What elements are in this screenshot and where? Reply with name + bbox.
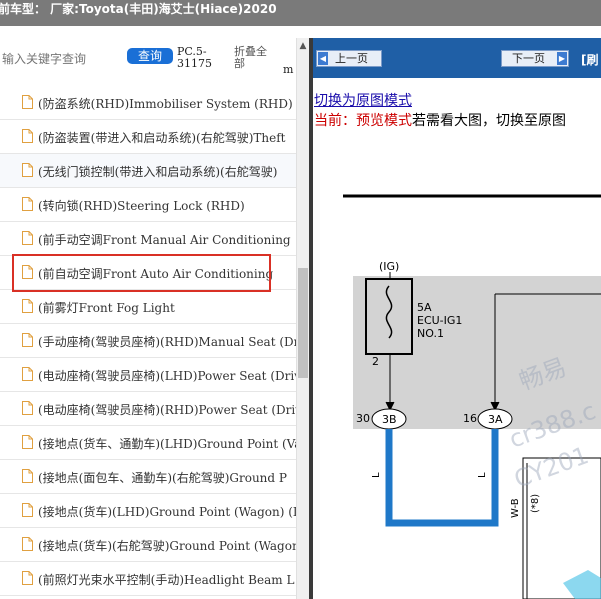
search-input[interactable] — [0, 48, 124, 70]
right-arrow-icon: ▶ — [557, 52, 567, 65]
tree-item-label: (电动座椅(驾驶员座椅)(RHD)Power Seat (Driv — [38, 403, 296, 417]
ig-label: (IG) — [379, 260, 399, 273]
wire-label-l2: L — [477, 472, 488, 478]
corner-logo-mark — [563, 570, 601, 599]
wire-label-l1: L — [371, 472, 382, 478]
tree-item[interactable]: (防盗系统(RHD)Immobiliser System (RHD) — [0, 86, 296, 120]
prev-page-button[interactable]: ◀ 上一页 — [316, 50, 382, 67]
search-row: 查询 PC.5-31175 折叠全部 m — [0, 38, 312, 76]
collapse-all-button[interactable]: 折叠全部 — [234, 46, 274, 70]
tree-item[interactable]: (前雾灯Front Fog Light — [0, 290, 296, 324]
tree-item-label: (前手动空调Front Manual Air Conditioning — [38, 233, 291, 247]
document-icon — [22, 571, 33, 585]
tree-item[interactable]: (接地点(货车)(LHD)Ground Point (Wagon) (LH — [0, 494, 296, 528]
selection-highlight — [12, 254, 271, 292]
wiring-diagram: (IG) 5A ECU-IG1 NO.1 2 30 3B 16 3A L L W… — [343, 194, 601, 599]
truncated-char: m — [283, 63, 294, 76]
document-icon — [22, 367, 33, 381]
search-button[interactable]: 查询 — [127, 48, 173, 64]
title-text: 前车型： 厂家:Toyota(丰田)海艾士(Hiace)2020 — [0, 2, 277, 16]
tree-item[interactable]: (手动座椅(驾驶员座椅)(RHD)Manual Seat (Dri — [0, 324, 296, 358]
tree-item-label: (前雾灯Front Fog Light — [38, 301, 175, 315]
left-arrow-icon: ◀ — [318, 52, 328, 65]
tree-item[interactable]: (接地点(货车、通勤车)(LHD)Ground Point (Va — [0, 426, 296, 460]
prev-page-label: 上一页 — [335, 52, 368, 65]
tree-item[interactable]: (转向锁(RHD)Steering Lock (RHD) — [0, 188, 296, 222]
tree-item[interactable]: (电动座椅(驾驶员座椅)(RHD)Power Seat (Driv — [0, 392, 296, 426]
wire-label-wb: W-B — [510, 498, 521, 518]
mode-status: 当前：预览模式若需看大图，切换至原图 — [314, 110, 566, 130]
document-icon — [22, 129, 33, 143]
document-viewer: ◀ 上一页 下一页 ▶ [刷 切换为原图模式 当前：预览模式若需看大图，切换至原… — [313, 38, 601, 599]
mode-prefix: 当前：预览模式 — [314, 113, 412, 129]
document-icon — [22, 435, 33, 449]
tree-item[interactable]: (无线门锁控制(带进入和启动系统)(右舵驾驶) — [0, 154, 296, 188]
document-icon — [22, 537, 33, 551]
pin-16: 16 — [463, 412, 477, 425]
tree-item[interactable]: (前照灯光束水平控制(手动)Headlight Beam L — [0, 562, 296, 596]
pc-code: PC.5-31175 — [177, 45, 212, 70]
viewer-toolbar: ◀ 上一页 下一页 ▶ [刷 — [313, 38, 601, 78]
scroll-thumb[interactable] — [298, 268, 308, 378]
tree-list: (防盗系统(RHD)Immobiliser System (RHD) (防盗装置(… — [0, 86, 296, 599]
tree-item-label: (无线门锁控制(带进入和启动系统)(右舵驾驶) — [38, 165, 278, 179]
tree-item-label: (接地点(货车)(右舵驾驶)Ground Point (Wagon — [38, 539, 296, 553]
sidebar-scrollbar[interactable]: ▲ — [296, 38, 309, 599]
tree-item[interactable]: (电动座椅(驾驶员座椅)(LHD)Power Seat (Driv — [0, 358, 296, 392]
tree-item-label: (手动座椅(驾驶员座椅)(RHD)Manual Seat (Dri — [38, 335, 296, 349]
connector-3b-label: 3B — [382, 413, 397, 426]
tree-item-label: (转向锁(RHD)Steering Lock (RHD) — [38, 199, 245, 213]
title-bar: 前车型： 厂家:Toyota(丰田)海艾士(Hiace)2020 — [0, 0, 601, 26]
fuse-amp: 5A — [417, 301, 432, 314]
document-icon — [22, 197, 33, 211]
tree-item-label: (接地点(面包车、通勤车)(右舵驾驶)Ground P — [38, 471, 287, 485]
tree-item[interactable]: (防盗装置(带进入和启动系统)(右舵驾驶)Theft — [0, 120, 296, 154]
document-icon — [22, 503, 33, 517]
tree-item[interactable]: (接地点(货车)(右舵驾驶)Ground Point (Wagon — [0, 528, 296, 562]
document-icon — [22, 231, 33, 245]
tree-item-label: (电动座椅(驾驶员座椅)(LHD)Power Seat (Driv — [38, 369, 296, 383]
next-page-label: 下一页 — [512, 52, 545, 65]
tree-item-label: (防盗装置(带进入和启动系统)(右舵驾驶)Theft — [38, 131, 286, 145]
connector-3a-label: 3A — [488, 413, 503, 426]
tree-item-label: (接地点(货车)(LHD)Ground Point (Wagon) (LH — [38, 505, 296, 519]
fuse-no: NO.1 — [417, 327, 444, 340]
document-icon — [22, 95, 33, 109]
document-icon — [22, 469, 33, 483]
tree-item[interactable]: (前手动空调Front Manual Air Conditioning — [0, 222, 296, 256]
fuse-name: ECU-IG1 — [417, 314, 462, 327]
tree-item-label: (防盗系统(RHD)Immobiliser System (RHD) — [38, 97, 293, 111]
pin-30: 30 — [356, 412, 370, 425]
tree-item[interactable]: (接地点(面包车、通勤车)(右舵驾驶)Ground P — [0, 460, 296, 494]
sidebar: 查询 PC.5-31175 折叠全部 m (防盗系统(RHD)Immobilis… — [0, 38, 312, 599]
pin-2: 2 — [372, 355, 379, 368]
document-icon — [22, 401, 33, 415]
next-page-button[interactable]: 下一页 ▶ — [501, 50, 569, 67]
tree-item-label: (前照灯光束水平控制(手动)Headlight Beam L — [38, 573, 295, 587]
switch-original-link[interactable]: 切换为原图模式 — [314, 90, 412, 110]
note-8: (*8) — [530, 494, 541, 513]
document-icon — [22, 163, 33, 177]
document-icon — [22, 333, 33, 347]
scroll-up-arrow-icon[interactable]: ▲ — [297, 40, 309, 52]
document-icon — [22, 299, 33, 313]
refresh-link[interactable]: [刷 — [581, 51, 599, 68]
mode-suffix: 若需看大图，切换至原图 — [412, 113, 566, 129]
tree-item-label: (接地点(货车、通勤车)(LHD)Ground Point (Va — [38, 437, 296, 451]
